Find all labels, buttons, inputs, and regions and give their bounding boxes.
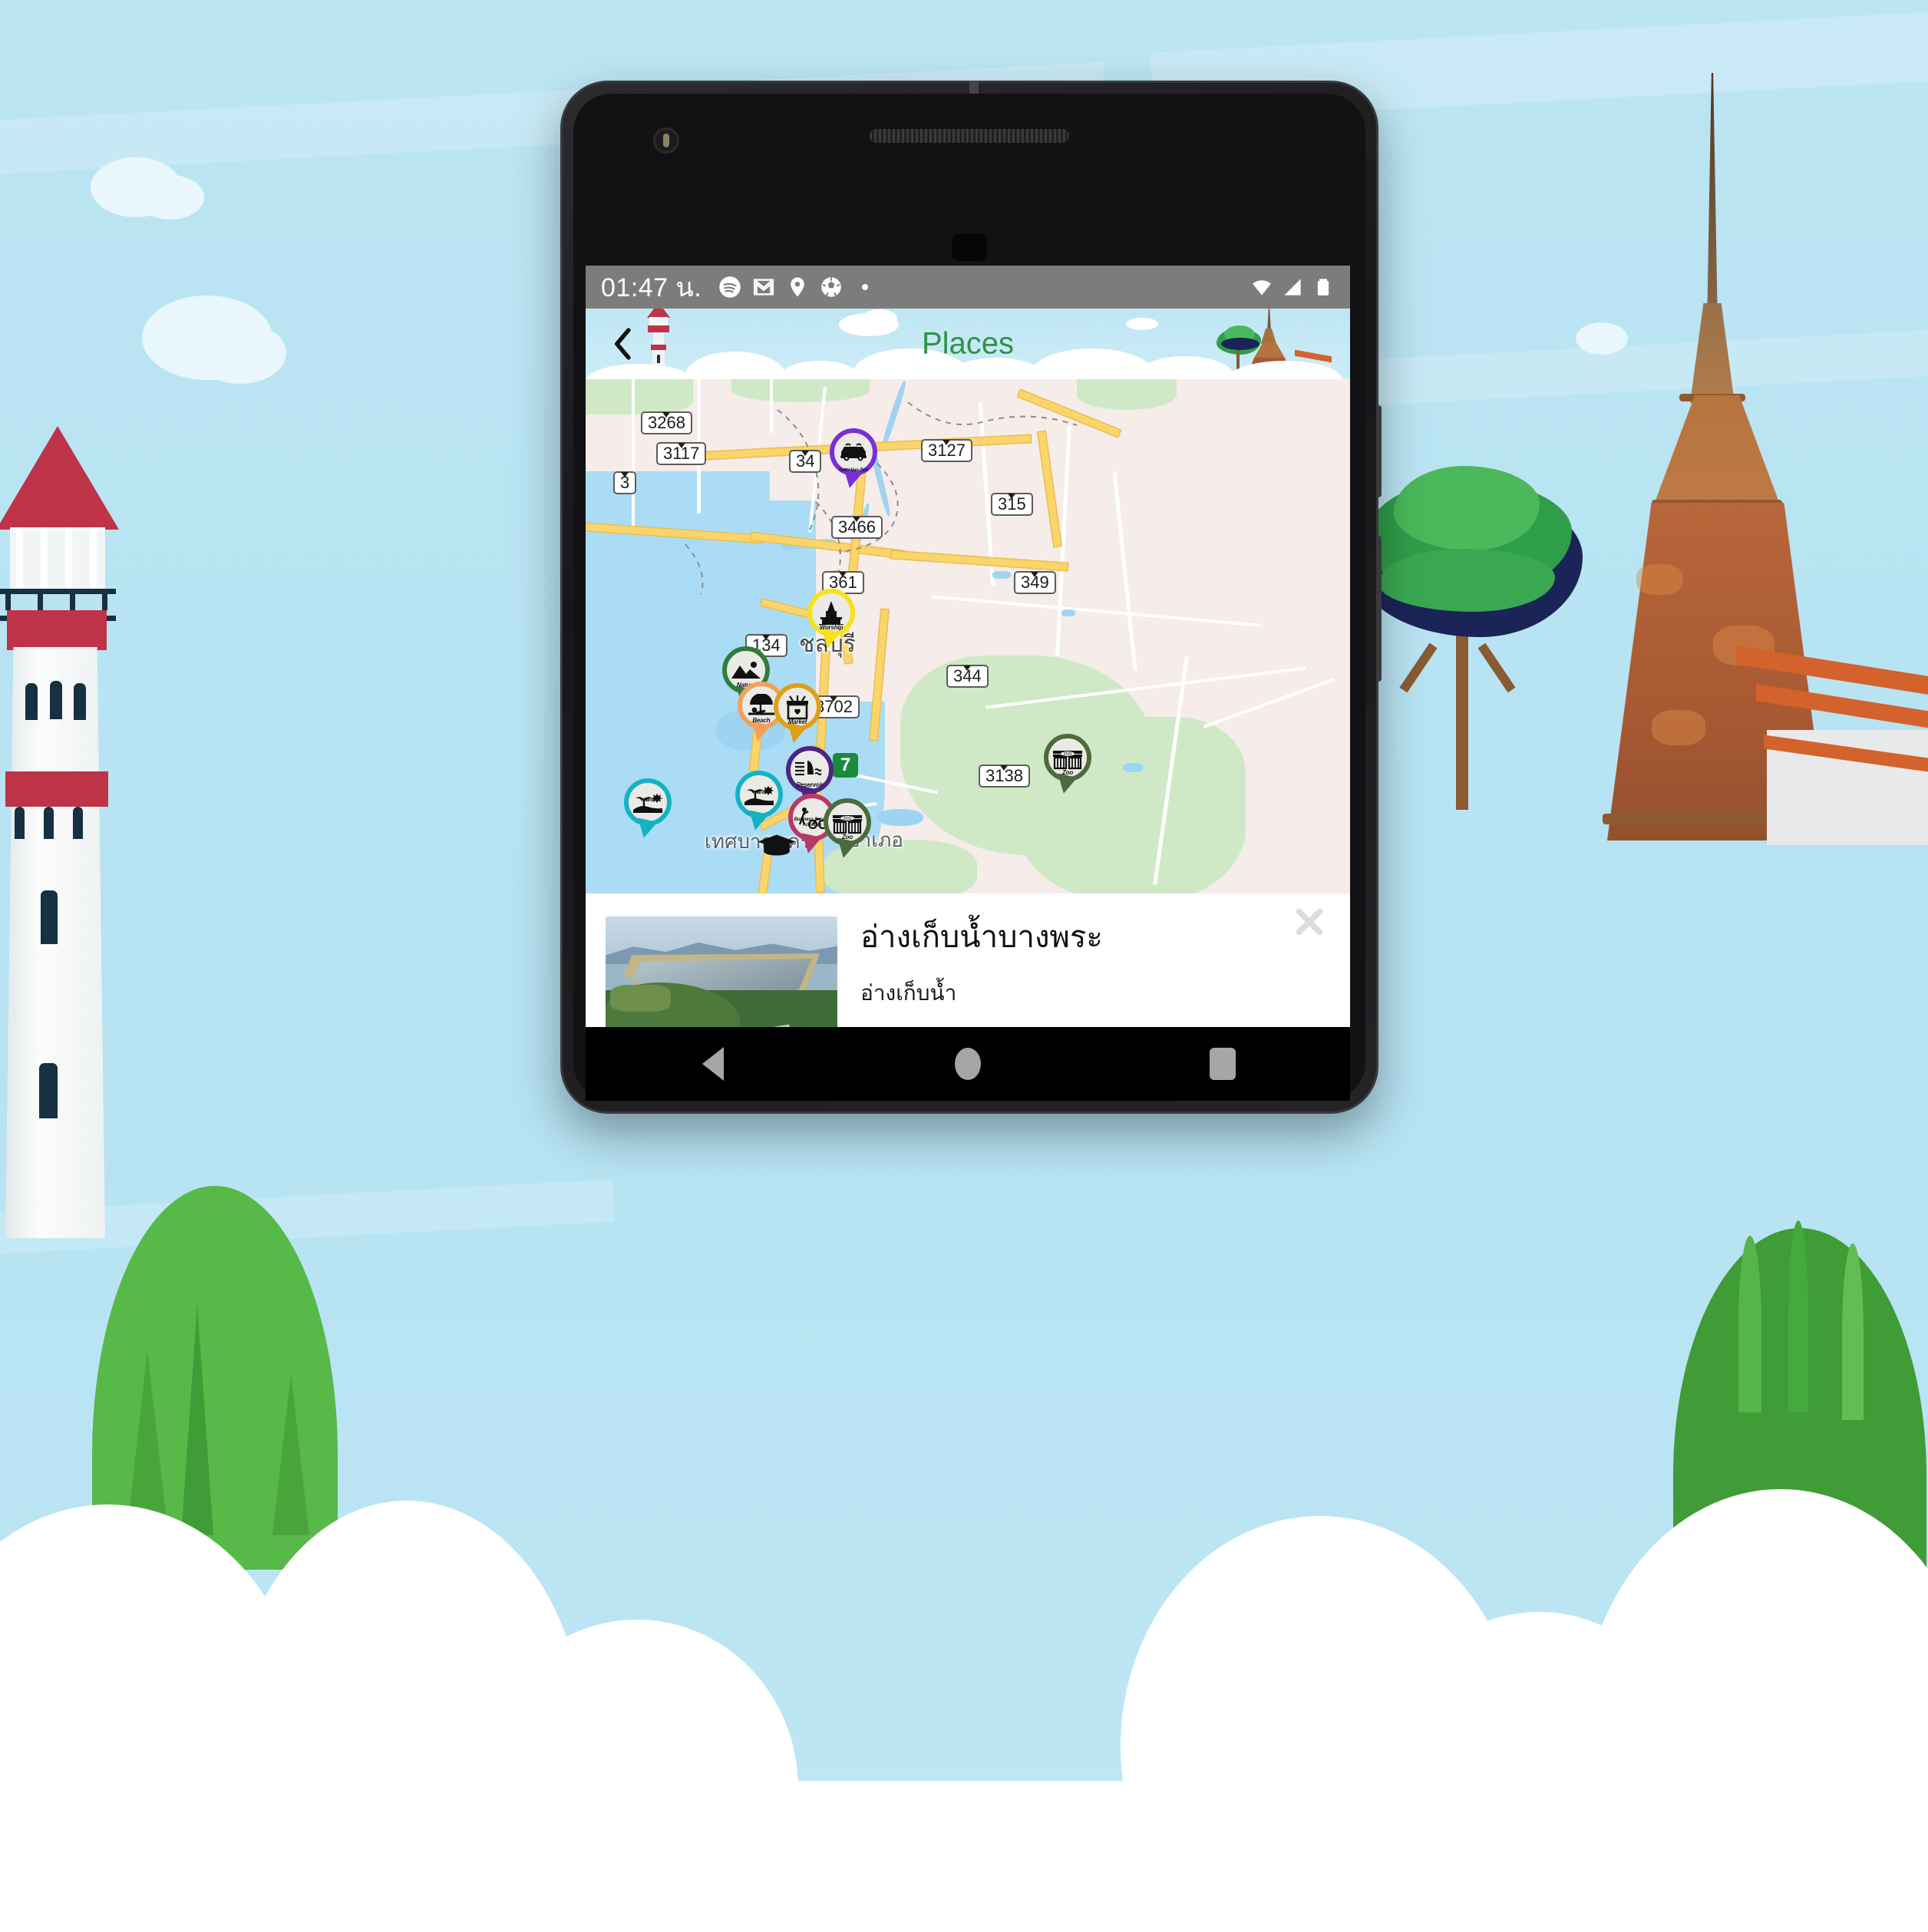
park-area <box>731 379 870 402</box>
chevron-left-icon <box>615 328 631 360</box>
marker-label: Zoo <box>1061 769 1074 776</box>
map-marker-island[interactable]: Island <box>624 778 672 841</box>
grass-blade <box>1738 1236 1761 1412</box>
marker-label: Worship <box>819 624 844 631</box>
nav-recents-button[interactable] <box>1177 1037 1269 1091</box>
market-stall-icon <box>787 695 808 720</box>
zoo-gate-icon: ZOO <box>833 815 862 834</box>
app-header: Places <box>586 309 1350 379</box>
cellular-signal-icon <box>1284 279 1301 296</box>
road-shield: 3127 <box>921 439 972 463</box>
earpiece-speaker <box>870 129 1069 143</box>
android-nav-bar <box>586 1027 1350 1101</box>
road-shield: 3268 <box>641 411 692 435</box>
map-marker-island-2[interactable]: Island <box>735 771 783 833</box>
motorway-shield: 7 <box>833 753 859 778</box>
close-x-icon <box>1296 908 1323 936</box>
road-shield: 349 <box>1014 571 1056 595</box>
marker-label: Market <box>787 718 807 725</box>
map-marker-zoo-2[interactable]: ZOO Zoo <box>824 798 871 860</box>
grass-blade <box>1788 1220 1808 1412</box>
grass-blade <box>1842 1243 1864 1420</box>
back-button[interactable] <box>606 326 641 362</box>
marker-label: Taxi / Van-Taxi <box>838 468 869 473</box>
phone-screen: 01:47 น. Places 3268 3117 3 34 3127 315 … <box>586 266 1350 1091</box>
road-shield: 3117 <box>656 442 707 466</box>
place-type: อ่างเก็บน้ำ <box>860 981 957 1005</box>
road-shield: 344 <box>946 665 989 689</box>
svg-text:ZOO: ZOO <box>844 817 852 821</box>
nav-back-triangle-icon <box>702 1047 724 1081</box>
status-bar: 01:47 น. <box>586 266 1350 309</box>
park-area <box>1077 379 1177 410</box>
cloud-icon <box>777 361 862 379</box>
road-shield: 3 <box>613 471 637 495</box>
lighthouse-illustration <box>0 426 119 1238</box>
cloud-icon <box>137 175 204 220</box>
map-marker-reservoir[interactable]: Reservoir <box>786 746 834 808</box>
football-icon <box>821 277 841 297</box>
map-marker-worship[interactable]: Worship <box>807 589 855 651</box>
place-name: อ่างเก็บน้ำบางพระ <box>860 920 1103 954</box>
tree-canopy <box>1394 466 1540 550</box>
page-title: Places <box>921 326 1015 361</box>
front-camera <box>653 127 679 154</box>
nav-home-button[interactable] <box>922 1037 1014 1091</box>
cloud-icon <box>862 309 897 328</box>
cloud-icon <box>194 322 286 384</box>
phone-mockup: 01:47 น. Places 3268 3117 3 34 3127 315 … <box>560 81 1382 1114</box>
beach-umbrella-icon <box>748 694 774 715</box>
battery-icon <box>1317 279 1329 296</box>
marker-label: Reservoir <box>796 781 824 788</box>
spotify-icon <box>719 276 741 298</box>
road-shield: 3466 <box>831 516 883 540</box>
marker-label: Island <box>641 798 655 803</box>
mountain-icon <box>731 662 761 679</box>
proximity-sensor <box>952 233 987 261</box>
dam-icon <box>795 761 822 776</box>
map-marker-market[interactable]: Market <box>774 683 821 745</box>
nav-recents-square-icon <box>1210 1048 1236 1080</box>
park-area <box>586 379 693 414</box>
svg-text:ZOO: ZOO <box>1064 752 1072 757</box>
nav-back-button[interactable] <box>667 1037 759 1091</box>
road-shield: 34 <box>789 450 822 474</box>
tree-trunk <box>1456 610 1468 810</box>
cloud-base <box>0 1781 1928 1932</box>
map-marker-taxi[interactable]: Taxi / Van-Taxi <box>830 428 877 490</box>
status-clock: 01:47 น. <box>601 273 702 302</box>
wifi-icon <box>1253 280 1271 296</box>
tree-canopy <box>1378 549 1555 612</box>
temple-icon <box>819 601 844 625</box>
nav-home-circle-icon <box>955 1048 981 1080</box>
more-dot-icon <box>862 284 869 290</box>
gmail-icon <box>754 279 774 296</box>
location-pin-icon <box>791 277 804 297</box>
cloud-icon <box>586 364 693 379</box>
road-shield: 315 <box>991 493 1033 517</box>
map-view[interactable]: 3268 3117 3 34 3127 315 3466 361 349 134… <box>586 379 1350 893</box>
marker-label: Island <box>752 791 766 795</box>
marker-label: Zoo <box>841 834 853 841</box>
map-marker-zoo[interactable]: ZOO Zoo <box>1044 734 1091 796</box>
car-icon <box>840 443 867 461</box>
ancient-stupa-illustration <box>1360 73 1928 887</box>
close-button[interactable] <box>1292 904 1327 940</box>
zoo-gate-icon: ZOO <box>1053 751 1082 770</box>
road-shield: 3138 <box>979 765 1030 788</box>
